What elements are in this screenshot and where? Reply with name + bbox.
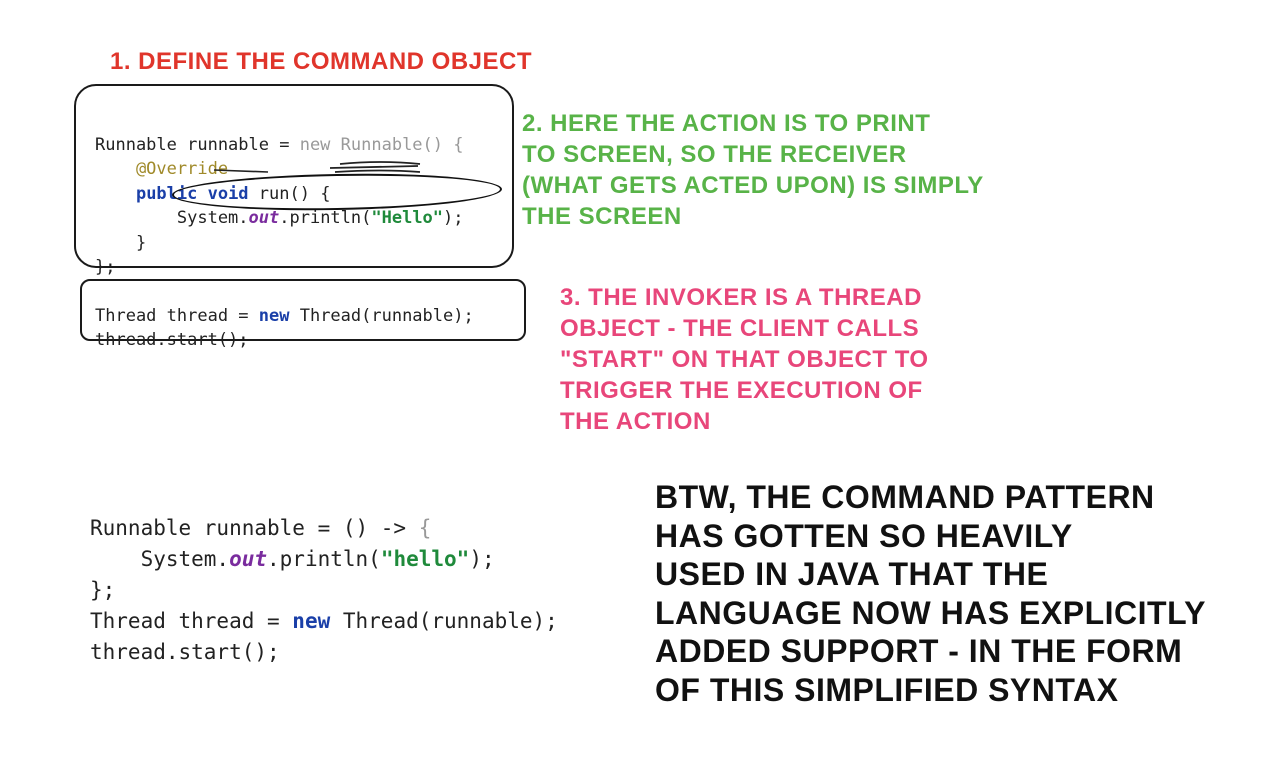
note-line: OF THIS SIMPLIFIED SYNTAX (655, 671, 1119, 708)
note-line: BTW, THE COMMAND PATTERN (655, 479, 1155, 515)
thread-invoker-code: Thread thread = new Thread(runnable); thr… (95, 279, 474, 377)
annotation-line: OBJECT - THE CLIENT CALLS (560, 315, 920, 342)
annotation-line: "START" ON THAT OBJECT TO (560, 346, 929, 373)
annotation-line: THE ACTION (560, 408, 711, 435)
code-line: System.out.println("hello"); (90, 547, 495, 571)
code-line: Thread thread = new Thread(runnable); (95, 305, 474, 326)
step2-annotation: 2. HERE THE ACTION IS TO PRINT TO SCREEN… (522, 108, 984, 232)
note-line: HAS GOTTEN SO HEAVILY (655, 517, 1073, 554)
annotation-line: TRIGGER THE EXECUTION OF (560, 377, 923, 404)
lambda-code: Runnable runnable = () -> { System.out.p… (90, 482, 558, 699)
code-line: }; (90, 578, 116, 602)
arrow-scribble (329, 161, 421, 173)
note-line: LANGUAGE NOW HAS EXPLICITLY (655, 594, 1207, 631)
code-line: Thread thread = new Thread(runnable); (90, 609, 558, 633)
code-line: Runnable runnable = () -> { (90, 516, 432, 540)
code-line: thread.start(); (95, 330, 249, 350)
annotation-line: 2. HERE THE ACTION IS TO PRINT (522, 110, 931, 137)
note-line: ADDED SUPPORT - IN THE FORM (655, 633, 1183, 669)
void-strike (213, 169, 269, 173)
annotation-line: TO SCREEN, SO THE RECEIVER (522, 141, 907, 168)
annotation-line: (WHAT GETS ACTED UPON) IS SIMPLY (522, 172, 984, 199)
annotation-line: 3. THE INVOKER IS A THREAD (560, 284, 922, 311)
step3-annotation: 3. THE INVOKER IS A THREAD OBJECT - THE … (560, 282, 929, 437)
btw-note: BTW, THE COMMAND PATTERN HAS GOTTEN SO H… (655, 478, 1206, 709)
note-line: USED IN JAVA THAT THE (655, 556, 1049, 592)
code-line: thread.start(); (90, 640, 280, 664)
annotation-line: THE SCREEN (522, 203, 682, 230)
